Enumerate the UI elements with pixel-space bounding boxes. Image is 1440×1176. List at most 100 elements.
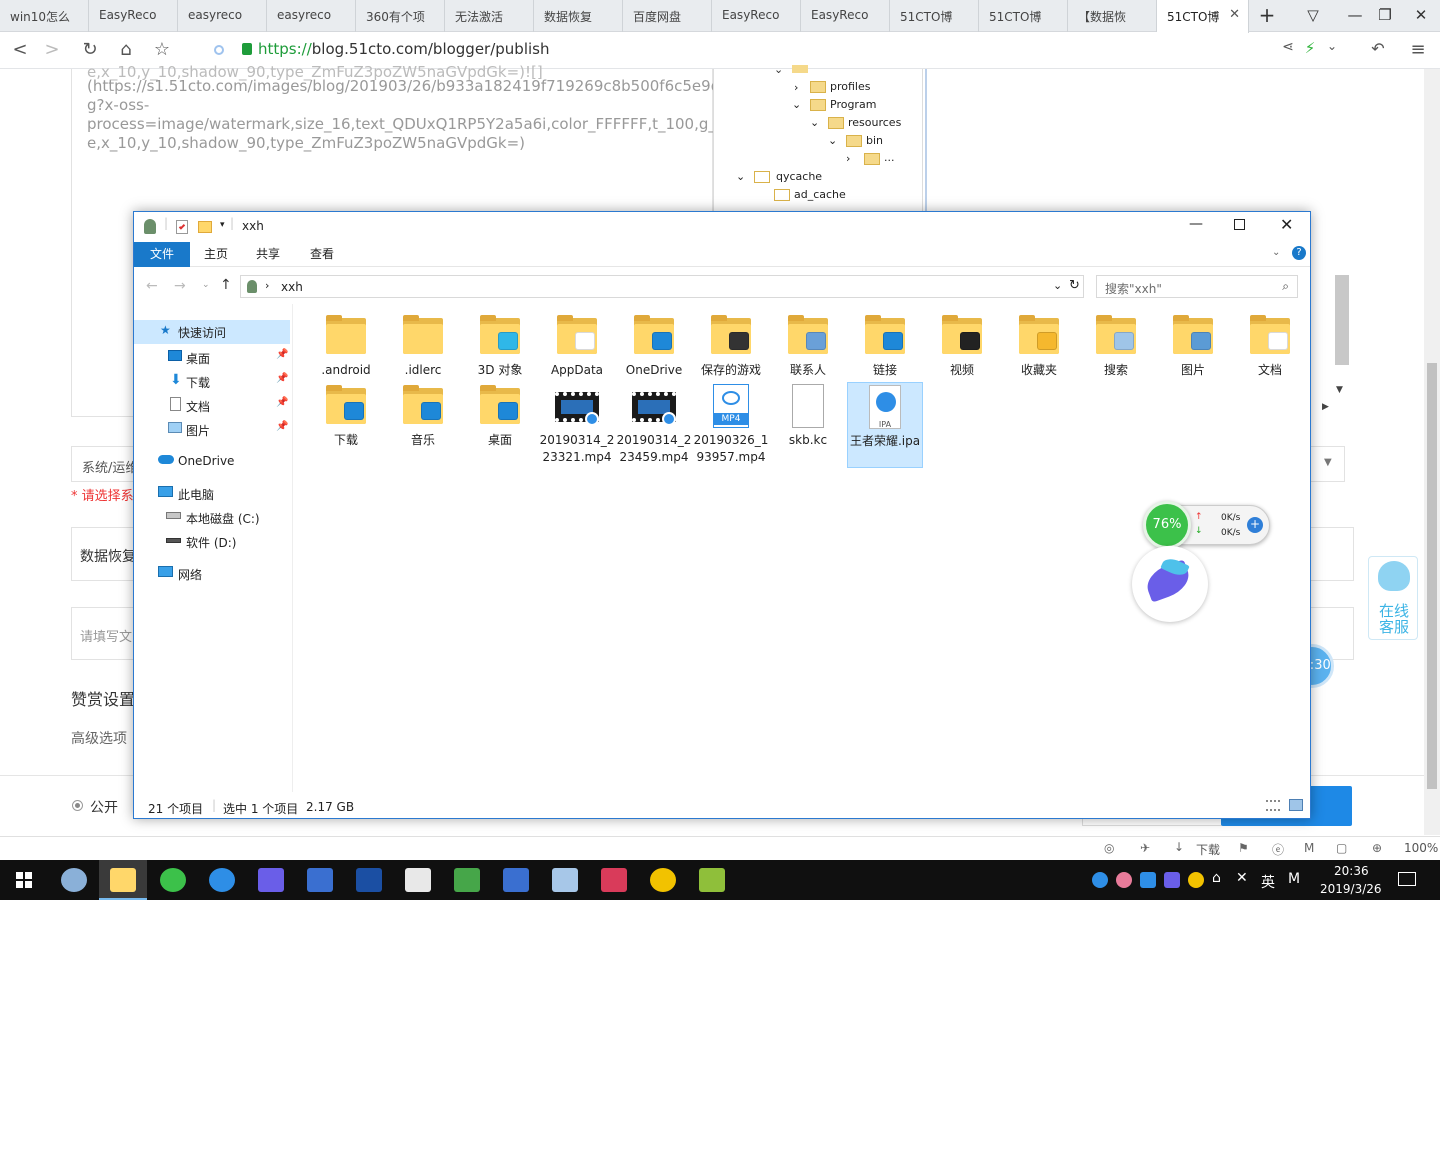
swallow-taskbar-icon[interactable] <box>258 868 284 892</box>
reload-icon[interactable]: ↻ <box>78 39 102 60</box>
file-item[interactable]: AppData <box>539 312 615 380</box>
page-scroll-thumb[interactable] <box>1427 363 1437 789</box>
nav-pictures[interactable]: 图片 📌 <box>134 418 290 440</box>
file-item[interactable]: 链接 <box>847 312 923 380</box>
file-item[interactable]: 图片 <box>1155 312 1231 380</box>
file-item[interactable]: 收藏夹 <box>1001 312 1077 380</box>
browser-tab[interactable]: EasyReco <box>712 0 801 32</box>
properties-icon[interactable] <box>176 220 188 234</box>
minimize-icon[interactable]: — <box>1189 216 1203 232</box>
360-browser-icon[interactable] <box>160 868 186 892</box>
url-field[interactable]: https://blog.51cto.com/blogger/publish <box>258 40 550 58</box>
large-icons-view-icon[interactable] <box>1289 799 1303 811</box>
zoom-level[interactable]: 100% <box>1404 841 1438 855</box>
browser-tab[interactable]: 无法激活 <box>445 0 534 32</box>
public-radio[interactable] <box>72 800 83 811</box>
tab-share[interactable]: 共享 <box>256 245 280 262</box>
browser-tab[interactable]: easyreco <box>178 0 267 32</box>
volume-muted-icon[interactable]: ✕ <box>1236 870 1248 886</box>
file-item[interactable]: 3D 对象 <box>462 312 538 380</box>
back-icon[interactable]: < <box>8 39 32 60</box>
quick-access-toolbar-icon[interactable]: ▾ <box>220 220 225 230</box>
tree-toggle[interactable]: ⌄ <box>828 134 837 147</box>
360-safe-icon[interactable] <box>650 868 676 892</box>
notification-center-icon[interactable] <box>1398 872 1416 886</box>
tab-view[interactable]: 查看 <box>310 245 334 262</box>
path-bar[interactable]: › xxh ⌄ ↻ <box>240 275 1084 298</box>
speedup-icon[interactable]: ◎ <box>1104 841 1114 855</box>
tree-item[interactable]: qycache <box>776 170 822 183</box>
browser-tab[interactable]: 【数据恢 <box>1068 0 1157 32</box>
scroll-right-icon[interactable]: ▶ <box>1322 402 1329 412</box>
feedback-icon[interactable]: ⚑ <box>1238 841 1249 855</box>
close-tab-icon[interactable]: ✕ <box>1229 7 1240 22</box>
browser-tab[interactable]: win10怎么 <box>0 0 89 32</box>
tray-360-icon[interactable] <box>1188 872 1204 888</box>
file-item[interactable]: 下载 <box>308 382 384 450</box>
file-item[interactable]: 文档 <box>1232 312 1308 380</box>
file-item[interactable]: MP4 20190326_193957.mp4 <box>693 382 769 468</box>
chevron-down-icon[interactable]: ⌄ <box>1053 279 1062 292</box>
up-icon[interactable]: ↑ <box>220 277 232 293</box>
assistant-app-icon[interactable] <box>699 868 725 892</box>
download-icon[interactable]: ↓ <box>1174 840 1184 854</box>
xmind-app-icon[interactable] <box>601 868 627 892</box>
tree-item[interactable]: resources <box>848 116 901 129</box>
python-file-icon[interactable] <box>405 868 431 892</box>
tab-file[interactable]: 文件 <box>134 242 190 267</box>
browser-tab[interactable]: easyreco <box>267 0 356 32</box>
ime-indicator[interactable]: 英 <box>1261 872 1275 892</box>
powershell-icon[interactable] <box>356 868 382 892</box>
file-item[interactable]: .android <box>308 312 384 380</box>
nav-downloads[interactable]: ⬇ 下载 📌 <box>134 370 290 392</box>
breadcrumb-xxh[interactable]: xxh <box>281 280 303 294</box>
undo-icon[interactable]: ↶ <box>1366 39 1390 58</box>
pin-icon[interactable]: 📌 <box>276 397 288 408</box>
nav-disk-c[interactable]: 本地磁盘 (C:) <box>134 506 290 528</box>
tree-item[interactable]: ad_cache <box>794 188 846 201</box>
details-view-icon[interactable] <box>1266 800 1280 811</box>
tree-item[interactable]: ... <box>884 151 895 164</box>
search-input[interactable]: 搜索"xxh" ⌕ <box>1096 275 1298 298</box>
tab-list-icon[interactable]: ▽ <box>1298 6 1328 24</box>
clock-time[interactable]: 20:36 <box>1334 864 1369 878</box>
file-item[interactable]: 20190314_223321.mp4 <box>539 382 615 468</box>
chart-app-icon[interactable] <box>454 868 480 892</box>
pane-divider[interactable] <box>925 69 927 211</box>
bookmark-star-icon[interactable]: ☆ <box>150 39 174 60</box>
clock-date[interactable]: 2019/3/26 <box>1320 882 1382 896</box>
file-item[interactable]: skb.kc <box>770 382 846 468</box>
browser-tab-active[interactable]: 51CTO博 ✕ <box>1157 0 1249 33</box>
tree-toggle[interactable]: ⌄ <box>810 116 819 129</box>
file-item[interactable]: OneDrive <box>616 312 692 380</box>
monitor-icon[interactable]: M <box>1304 841 1314 855</box>
network-icon[interactable]: ⌂ <box>1212 870 1221 886</box>
file-item[interactable]: 联系人 <box>770 312 846 380</box>
windows-start-icon[interactable] <box>16 872 32 888</box>
file-item[interactable]: .idlerc <box>385 312 461 380</box>
browser-tab[interactable]: 51CTO博 <box>979 0 1068 32</box>
file-item[interactable]: 音乐 <box>385 382 461 450</box>
plus-icon[interactable]: + <box>1247 517 1263 533</box>
zoom-icon[interactable]: ⊕ <box>1372 841 1382 855</box>
tray-browser-icon[interactable] <box>1092 872 1108 888</box>
recovery-app-icon[interactable] <box>503 868 529 892</box>
pin-icon[interactable]: 📌 <box>276 421 288 432</box>
file-item[interactable]: 20190314_223459.mp4 <box>616 382 692 468</box>
nav-network[interactable]: 网络 <box>134 562 290 584</box>
tree-item[interactable]: profiles <box>830 80 870 93</box>
explorer-title-bar[interactable]: | ▾ | xxh — ✕ <box>134 212 1310 242</box>
tree-item[interactable]: bin <box>866 134 883 147</box>
file-item[interactable]: 搜索 <box>1078 312 1154 380</box>
swallow-app-icon[interactable] <box>1132 546 1208 622</box>
tree-toggle[interactable]: › <box>794 81 798 94</box>
page-scrollbar[interactable] <box>1424 69 1440 835</box>
nav-this-pc[interactable]: 此电脑 <box>134 482 290 504</box>
new-folder-icon[interactable] <box>198 221 212 233</box>
menu-icon[interactable]: ≡ <box>1406 39 1430 60</box>
forward-icon[interactable]: > <box>40 39 64 60</box>
ime-mode-indicator[interactable]: M <box>1288 871 1300 887</box>
tree-item[interactable]: Program <box>830 98 876 111</box>
share-icon[interactable]: ⋖ <box>1276 39 1300 55</box>
forward-icon[interactable]: → <box>174 278 186 294</box>
